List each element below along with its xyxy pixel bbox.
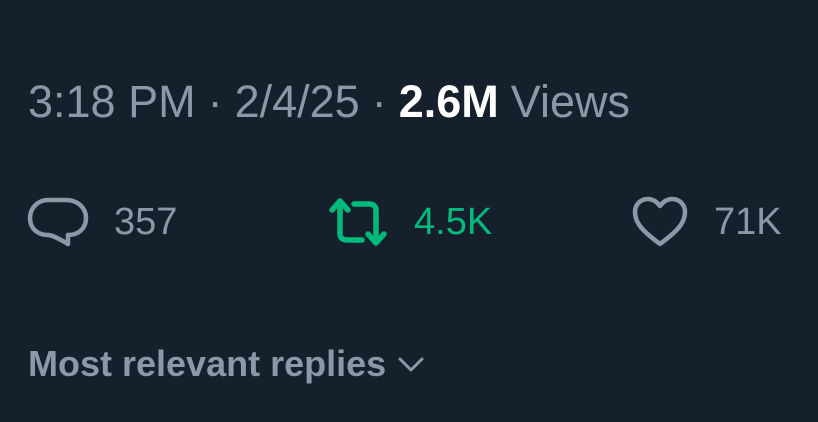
tweet-date[interactable]: 2/4/25 — [235, 76, 360, 128]
reply-button[interactable]: 357 — [26, 190, 177, 254]
reply-bubble-icon — [26, 194, 90, 250]
meta-separator: · — [207, 76, 223, 127]
tweet-detail-footer: 3:18 PM · 2/4/25 · 2.6M Views 357 4.5K 7… — [0, 0, 818, 422]
heart-outline-icon — [630, 194, 690, 250]
repost-button[interactable]: 4.5K — [326, 190, 492, 254]
like-button[interactable]: 71K — [630, 190, 782, 254]
chevron-down-icon — [396, 349, 426, 379]
repost-count: 4.5K — [414, 200, 493, 243]
views-count[interactable]: 2.6M — [399, 76, 499, 128]
reply-count: 357 — [114, 200, 178, 243]
tweet-meta-line: 3:18 PM · 2/4/25 · 2.6M Views — [28, 72, 630, 132]
replies-sort-label: Most relevant replies — [28, 343, 387, 384]
engagement-bar: 357 4.5K 71K — [0, 190, 818, 254]
replies-sort-dropdown[interactable]: Most relevant replies — [28, 336, 426, 392]
repost-icon — [326, 194, 390, 250]
like-count: 71K — [714, 200, 782, 243]
views-label[interactable]: Views — [511, 76, 630, 128]
tweet-time[interactable]: 3:18 PM — [28, 76, 196, 128]
meta-separator: · — [371, 76, 387, 127]
